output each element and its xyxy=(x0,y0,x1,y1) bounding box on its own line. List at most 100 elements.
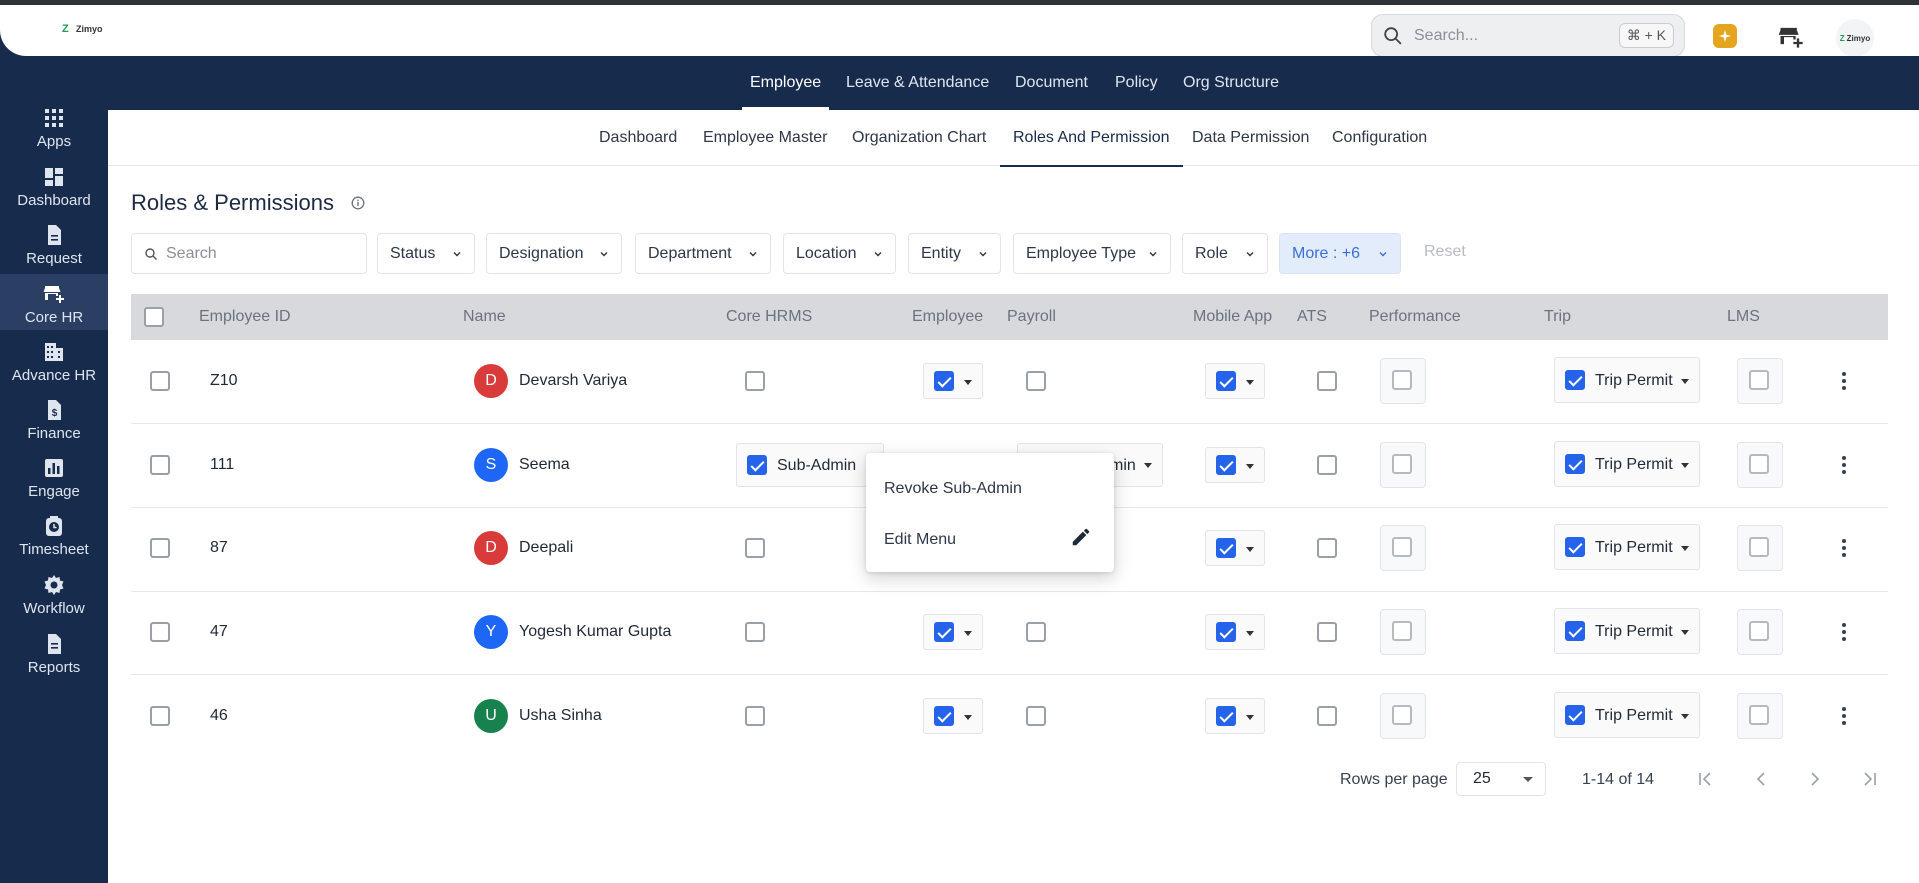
subtab-roles-and-permission[interactable]: Roles And Permission xyxy=(1000,110,1182,167)
filter-entity[interactable]: Entity xyxy=(908,233,1001,274)
subtab-data-permission[interactable]: Data Permission xyxy=(1192,110,1309,166)
row-checkbox[interactable] xyxy=(150,371,170,391)
subtab-employee-master[interactable]: Employee Master xyxy=(703,110,828,166)
employee-checkbox[interactable] xyxy=(934,622,954,642)
core-hrms-checkbox[interactable] xyxy=(747,455,767,475)
caret-down-icon[interactable] xyxy=(964,631,972,636)
trip-checkbox[interactable] xyxy=(1565,705,1585,725)
payroll-checkbox[interactable] xyxy=(1026,622,1046,642)
core-hrms-checkbox[interactable] xyxy=(745,371,765,391)
row-more-options-icon[interactable] xyxy=(1834,369,1854,393)
mobile-app-permission-split[interactable] xyxy=(1205,530,1265,566)
row-checkbox[interactable] xyxy=(150,538,170,558)
employee-checkbox[interactable] xyxy=(934,371,954,391)
row-checkbox[interactable] xyxy=(150,455,170,475)
pencil-icon[interactable] xyxy=(1070,526,1092,548)
caret-down-icon[interactable] xyxy=(964,380,972,385)
trip-permission-split[interactable]: Trip Permit xyxy=(1554,608,1700,654)
reset-filters-button[interactable]: Reset xyxy=(1424,243,1466,261)
lms-permission[interactable] xyxy=(1737,609,1783,655)
trip-permission-split[interactable]: Trip Permit xyxy=(1554,441,1700,487)
ats-checkbox[interactable] xyxy=(1317,455,1337,475)
tab-org-structure[interactable]: Org Structure xyxy=(1183,56,1279,110)
ats-checkbox[interactable] xyxy=(1317,538,1337,558)
lms-checkbox[interactable] xyxy=(1749,537,1769,557)
last-page-icon[interactable] xyxy=(1858,768,1880,790)
column-employee-id[interactable]: Employee ID xyxy=(199,294,291,340)
employee-checkbox[interactable] xyxy=(934,706,954,726)
caret-down-icon[interactable] xyxy=(1246,380,1254,385)
trip-checkbox[interactable] xyxy=(1565,537,1585,557)
payroll-checkbox[interactable] xyxy=(1026,706,1046,726)
caret-down-icon[interactable] xyxy=(1246,715,1254,720)
sidebar-item-request[interactable]: Request xyxy=(0,221,108,277)
performance-permission[interactable] xyxy=(1380,358,1426,404)
caret-down-icon[interactable] xyxy=(1681,630,1689,635)
caret-down-icon[interactable] xyxy=(1246,631,1254,636)
performance-checkbox[interactable] xyxy=(1392,537,1412,557)
filter-designation[interactable]: Designation xyxy=(486,233,622,274)
mobile-app-permission-split[interactable] xyxy=(1205,447,1265,483)
sidebar-item-core-hr[interactable]: Core HR xyxy=(0,274,108,330)
subtab-organization-chart[interactable]: Organization Chart xyxy=(852,110,986,166)
store-add-icon[interactable] xyxy=(1777,22,1805,50)
mobile-app-permission-split[interactable] xyxy=(1205,698,1265,734)
performance-permission[interactable] xyxy=(1380,442,1426,488)
core-hrms-checkbox[interactable] xyxy=(745,538,765,558)
filter-department[interactable]: Department xyxy=(635,233,771,274)
mobile-app-checkbox[interactable] xyxy=(1216,455,1236,475)
tab-leave-attendance[interactable]: Leave & Attendance xyxy=(846,56,989,110)
row-more-options-icon[interactable] xyxy=(1834,536,1854,560)
performance-permission[interactable] xyxy=(1380,525,1426,571)
lms-permission[interactable] xyxy=(1737,442,1783,488)
core-hrms-permission-split[interactable]: Sub-Admin xyxy=(736,443,884,487)
employee-search-input[interactable]: Search xyxy=(131,233,367,274)
lms-checkbox[interactable] xyxy=(1749,370,1769,390)
mobile-app-permission-split[interactable] xyxy=(1205,614,1265,650)
filter-location[interactable]: Location xyxy=(783,233,896,274)
tab-document[interactable]: Document xyxy=(1015,56,1088,110)
employee-name[interactable]: Yogesh Kumar Gupta xyxy=(519,623,671,641)
ats-checkbox[interactable] xyxy=(1317,371,1337,391)
sidebar-item-workflow[interactable]: Workflow xyxy=(0,571,108,627)
mobile-app-checkbox[interactable] xyxy=(1216,706,1236,726)
row-checkbox[interactable] xyxy=(150,622,170,642)
filter-employee-type[interactable]: Employee Type xyxy=(1013,233,1171,274)
sparkle-icon[interactable] xyxy=(1713,24,1737,48)
menu-item-edit-menu[interactable]: Edit Menu xyxy=(884,531,956,549)
lms-checkbox[interactable] xyxy=(1749,621,1769,641)
row-more-options-icon[interactable] xyxy=(1834,620,1854,644)
zimyo-logo[interactable]: Z Zimyo xyxy=(62,24,103,35)
performance-checkbox[interactable] xyxy=(1392,454,1412,474)
lms-permission[interactable] xyxy=(1737,525,1783,571)
core-hrms-checkbox[interactable] xyxy=(745,706,765,726)
filter-more[interactable]: More : +6 xyxy=(1279,233,1401,274)
select-all-checkbox[interactable] xyxy=(144,307,164,327)
lms-checkbox[interactable] xyxy=(1749,705,1769,725)
first-page-icon[interactable] xyxy=(1695,768,1717,790)
info-icon[interactable] xyxy=(351,196,365,210)
employee-permission-split[interactable] xyxy=(923,363,983,399)
tab-employee[interactable]: Employee xyxy=(741,56,830,110)
row-more-options-icon[interactable] xyxy=(1834,453,1854,477)
caret-down-icon[interactable] xyxy=(1681,714,1689,719)
global-search-input[interactable]: Search... xyxy=(1414,27,1619,45)
sidebar-item-advance-hr[interactable]: Advance HR xyxy=(0,338,108,394)
mobile-app-checkbox[interactable] xyxy=(1216,538,1236,558)
sidebar-item-finance[interactable]: $ Finance xyxy=(0,396,108,452)
filter-role[interactable]: Role xyxy=(1182,233,1268,274)
employee-name[interactable]: Deepali xyxy=(519,539,573,557)
mobile-app-permission-split[interactable] xyxy=(1205,363,1265,399)
lms-permission[interactable] xyxy=(1737,358,1783,404)
trip-permission-split[interactable]: Trip Permit xyxy=(1554,692,1700,738)
trip-permission-split[interactable]: Trip Permit xyxy=(1554,357,1700,403)
rows-per-page-select[interactable]: 25 xyxy=(1456,762,1546,796)
performance-checkbox[interactable] xyxy=(1392,705,1412,725)
trip-checkbox[interactable] xyxy=(1565,621,1585,641)
performance-permission[interactable] xyxy=(1380,609,1426,655)
employee-name[interactable]: Devarsh Variya xyxy=(519,372,627,390)
performance-checkbox[interactable] xyxy=(1392,621,1412,641)
employee-permission-split[interactable] xyxy=(923,614,983,650)
caret-down-icon[interactable] xyxy=(1681,463,1689,468)
sidebar-item-apps[interactable]: Apps xyxy=(0,104,108,160)
